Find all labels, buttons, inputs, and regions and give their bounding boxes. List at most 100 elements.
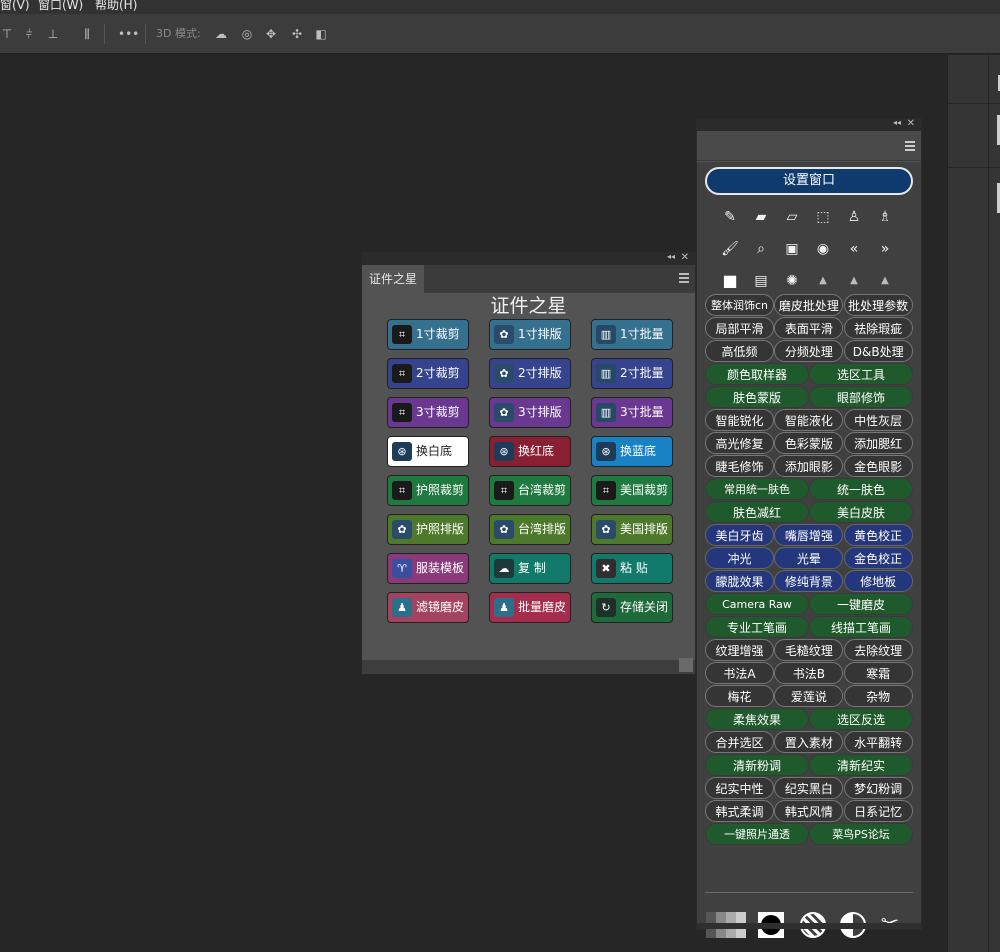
retouch-action-button[interactable]: 韩式风情 — [774, 800, 844, 822]
id-photo-button[interactable]: ▥ 2寸批量 — [591, 358, 673, 389]
3d-orbit-icon[interactable]: ☁ — [214, 27, 228, 41]
retouch-action-button[interactable]: Camera Raw — [705, 593, 809, 615]
retouch-action-button[interactable]: 纪实中性 — [705, 777, 774, 799]
id-photo-button[interactable]: ✿ 护照排版 — [387, 514, 469, 545]
id-photo-button[interactable]: ⊛ 换红底 — [489, 436, 571, 467]
menu-window[interactable]: 窗口(W) — [38, 0, 83, 11]
patch-icon[interactable]: ▱ — [781, 206, 803, 228]
retouch-action-button[interactable]: 添加眼影 — [774, 455, 844, 477]
id-photo-button[interactable]: ⊛ 换白底 — [387, 436, 469, 467]
tab-id-photo[interactable]: 证件之星 — [362, 265, 424, 293]
prev-icon[interactable]: « — [843, 238, 865, 260]
retouch-action-button[interactable]: 睫毛修饰 — [705, 455, 774, 477]
retouch-action-button[interactable]: 书法B — [774, 662, 844, 684]
stamp-pattern-icon[interactable]: ♗ — [874, 206, 896, 228]
menu-help[interactable]: 帮助(H) — [95, 0, 137, 11]
more-options-button[interactable]: ••• — [118, 27, 139, 41]
retouch-action-button[interactable]: 毛糙纹理 — [774, 639, 844, 661]
id-photo-button[interactable]: ⌗ 护照裁剪 — [387, 475, 469, 506]
retouch-action-button[interactable]: 修地板 — [843, 570, 913, 592]
retouch-action-button[interactable]: 冲光 — [705, 547, 774, 569]
retouch-action-button[interactable]: 水平翻转 — [843, 731, 913, 753]
histogram-mid-icon[interactable]: ▲ — [843, 270, 865, 292]
retouch-action-button[interactable]: 局部平滑 — [705, 317, 774, 339]
id-photo-button[interactable]: ⊛ 换蓝底 — [591, 436, 673, 467]
retouch-action-button[interactable]: 美白皮肤 — [809, 501, 913, 523]
id-photo-button[interactable]: ⌗ 2寸裁剪 — [387, 358, 469, 389]
histogram-low-icon[interactable]: ▲ — [812, 270, 834, 292]
id-photo-button[interactable]: ↻ 存储关闭 — [591, 592, 673, 623]
retouch-action-button[interactable]: 智能液化 — [774, 409, 844, 431]
id-photo-button[interactable]: ⌗ 台湾裁剪 — [489, 475, 571, 506]
retouch-action-button[interactable]: 书法A — [705, 662, 774, 684]
retouch-action-button[interactable]: 纹理增强 — [705, 639, 774, 661]
bandage-icon[interactable]: ▰ — [750, 206, 772, 228]
close-icon[interactable]: ✕ — [907, 118, 915, 129]
id-photo-button[interactable]: ✿ 1寸排版 — [489, 319, 571, 350]
retouch-action-button[interactable]: 韩式柔调 — [705, 800, 774, 822]
retouch-action-button[interactable]: 杂物 — [843, 685, 913, 707]
retouch-action-button[interactable]: 中性灰层 — [843, 409, 913, 431]
retouch-action-button[interactable]: 智能锐化 — [705, 409, 774, 431]
3d-roll-icon[interactable]: ◎ — [240, 27, 254, 41]
retouch-action-button[interactable]: 日系记忆 — [843, 800, 913, 822]
retouch-action-button[interactable]: 高光修复 — [705, 432, 774, 454]
retouch-action-button[interactable]: 高低频 — [705, 340, 774, 362]
id-photo-button[interactable]: ♈ 服装模板 — [387, 553, 469, 584]
3d-slide-icon[interactable]: ✣ — [290, 27, 304, 41]
retouch-action-button[interactable]: 菜鸟PS论坛 — [809, 823, 913, 845]
splash-icon[interactable]: ✺ — [781, 270, 803, 292]
close-icon[interactable]: ✕ — [681, 252, 689, 263]
retouch-action-button[interactable]: 合并选区 — [705, 731, 774, 753]
collapse-icon[interactable]: ◂◂ — [893, 118, 901, 127]
retouch-action-button[interactable]: 选区工具 — [809, 363, 913, 385]
retouch-action-button[interactable]: 添加腮红 — [843, 432, 913, 454]
retouch-action-button[interactable]: 整体润饰cn — [705, 294, 774, 316]
retouch-action-button[interactable]: 一键照片通透 — [705, 823, 809, 845]
id-photo-button[interactable]: ⌗ 3寸裁剪 — [387, 397, 469, 428]
retouch-action-button[interactable]: 金色眼影 — [843, 455, 913, 477]
retouch-action-button[interactable]: D&B处理 — [843, 340, 913, 362]
collapse-icon[interactable]: ◂◂ — [667, 252, 675, 261]
retouch-action-button[interactable]: 专业工笔画 — [705, 616, 809, 638]
retouch-action-button[interactable]: 表面平滑 — [774, 317, 844, 339]
retouch-action-button[interactable]: 清新粉调 — [705, 754, 809, 776]
zoom-icon[interactable]: ⌕ — [750, 238, 772, 260]
id-photo-button[interactable]: ▥ 3寸批量 — [591, 397, 673, 428]
resize-grip[interactable] — [679, 658, 693, 672]
id-photo-button[interactable]: ⌗ 1寸裁剪 — [387, 319, 469, 350]
histogram-high-icon[interactable]: ▲ — [874, 270, 896, 292]
retouch-action-button[interactable]: 爱莲说 — [774, 685, 844, 707]
align-vcenter-icon[interactable]: ⫩ — [22, 27, 36, 41]
frame-icon[interactable]: ▣ — [781, 238, 803, 260]
3d-camera-icon[interactable]: ◧ — [314, 27, 328, 41]
retouch-action-button[interactable]: 黄色校正 — [843, 524, 913, 546]
id-photo-button[interactable]: ✿ 美国排版 — [591, 514, 673, 545]
align-bottom-icon[interactable]: ⊥ — [46, 27, 60, 41]
retouch-action-button[interactable]: 去除纹理 — [843, 639, 913, 661]
id-photo-button[interactable]: ✖ 粘 贴 — [591, 553, 673, 584]
select-rect-icon[interactable]: ⬚ — [812, 206, 834, 228]
stamp-icon[interactable]: ♙ — [843, 206, 865, 228]
eye-icon[interactable]: ◉ — [812, 238, 834, 260]
retouch-action-button[interactable]: 统一肤色 — [809, 478, 913, 500]
id-photo-button[interactable]: ✿ 3寸排版 — [489, 397, 571, 428]
retouch-action-button[interactable]: 色彩蒙版 — [774, 432, 844, 454]
retouch-action-button[interactable]: 金色校正 — [843, 547, 913, 569]
id-photo-button[interactable]: ▥ 1寸批量 — [591, 319, 673, 350]
id-photo-button[interactable]: ⌗ 美国裁剪 — [591, 475, 673, 506]
retouch-action-button[interactable]: 肤色蒙版 — [705, 386, 809, 408]
id-photo-button[interactable]: ♟ 滤镜磨皮 — [387, 592, 469, 623]
retouch-action-button[interactable]: 嘴唇增强 — [774, 524, 844, 546]
retouch-action-button[interactable]: 梦幻粉调 — [843, 777, 913, 799]
retouch-action-button[interactable]: 纪实黑白 — [774, 777, 844, 799]
settings-window-button[interactable]: 设置窗口 — [705, 167, 913, 195]
next-icon[interactable]: » — [874, 238, 896, 260]
id-photo-button[interactable]: ♟ 批量磨皮 — [489, 592, 571, 623]
distribute-icon[interactable]: ⫼ — [80, 27, 94, 41]
retouch-action-button[interactable]: 置入素材 — [774, 731, 844, 753]
heal-brush-icon[interactable]: ✎ — [719, 206, 741, 228]
retouch-action-button[interactable]: 一键磨皮 — [809, 593, 913, 615]
retouch-action-button[interactable]: 美白牙齿 — [705, 524, 774, 546]
retouch-action-button[interactable]: 清新纪实 — [809, 754, 913, 776]
